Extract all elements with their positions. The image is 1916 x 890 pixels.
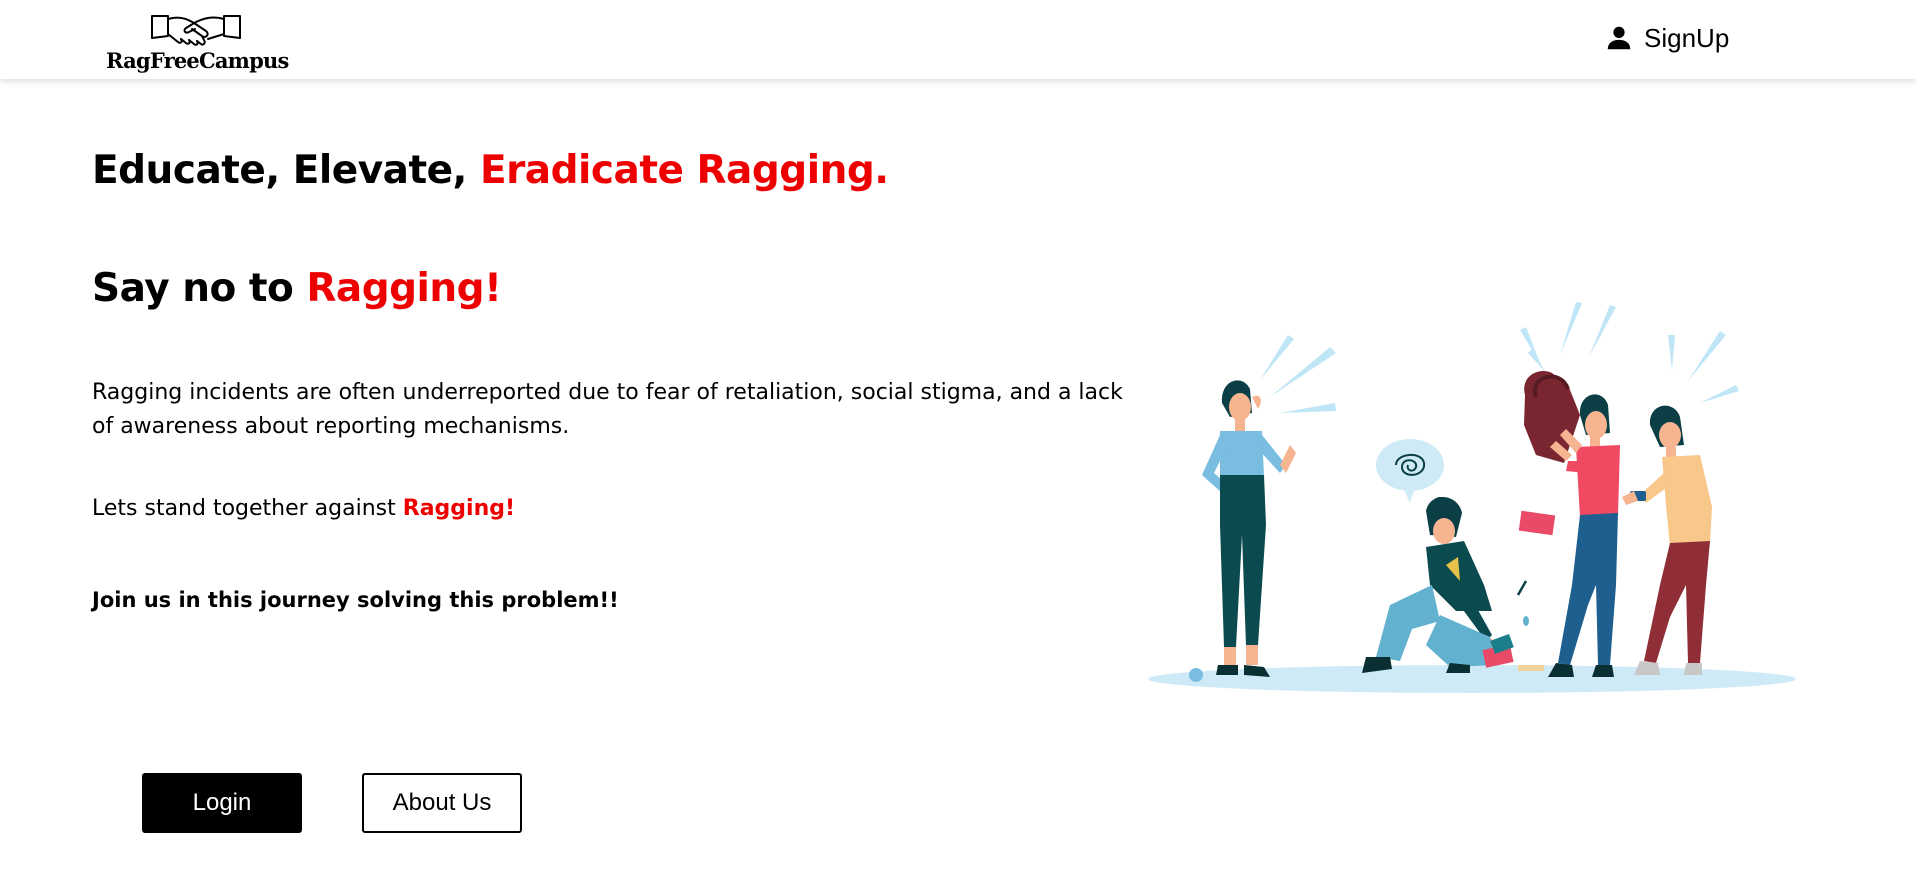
say-no-heading: Say no to Ragging! — [92, 266, 502, 311]
description-text: Ragging incidents are often underreporte… — [92, 380, 1123, 439]
navbar: RagFreeCampus SignUp — [0, 0, 1916, 79]
logo-text: RagFreeCampus — [106, 48, 289, 73]
handshake-icon — [151, 15, 241, 46]
hero-title: Educate, Elevate, Eradicate Ragging. — [92, 148, 889, 193]
join-us-text: Join us in this journey solving this pro… — [92, 588, 619, 612]
say-no-text: Say no to — [92, 266, 307, 311]
hero-title-highlight: Eradicate Ragging. — [479, 148, 889, 193]
signup-label: SignUp — [1644, 22, 1730, 53]
say-no-highlight: Ragging! — [306, 266, 502, 311]
signup-link[interactable]: SignUp — [1604, 20, 1729, 56]
about-us-button[interactable]: About Us — [362, 773, 522, 833]
login-button[interactable]: Login — [142, 773, 302, 833]
stand-text: Lets stand together against — [92, 496, 403, 521]
stand-highlight: Ragging! — [402, 496, 516, 521]
stand-together-text: Lets stand together against Ragging! — [92, 496, 515, 521]
hero-title-text: Educate, Elevate, — [92, 148, 480, 193]
ragging-illustration — [1148, 302, 1796, 693]
user-icon — [1607, 26, 1631, 50]
logo-link[interactable]: RagFreeCampus — [104, 12, 294, 76]
